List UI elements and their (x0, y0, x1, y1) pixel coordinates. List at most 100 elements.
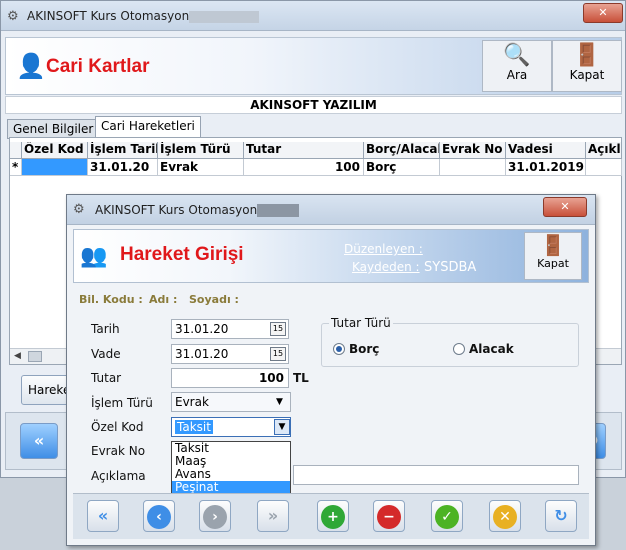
alacak-label[interactable]: Alacak (469, 342, 514, 356)
column-header[interactable]: İşlem Türü (158, 142, 244, 159)
app-logo-icon: ⚙ (73, 202, 85, 217)
search-button-label: Ara (506, 68, 528, 82)
adi-label: Adı : (149, 293, 178, 306)
redacted-block (257, 204, 299, 217)
user-card-icon: 👤 (16, 52, 46, 80)
tab-cari-hareketleri[interactable]: Cari Hareketleri (95, 116, 201, 138)
page-title: Cari Kartlar (46, 56, 150, 77)
next-record-button[interactable]: › (199, 500, 231, 532)
calendar-icon[interactable]: 15 (270, 347, 286, 361)
islem-turu-label: İşlem Türü (91, 396, 153, 410)
borc-radio[interactable] (333, 343, 345, 355)
vade-field[interactable]: 31.01.20 15 (171, 344, 289, 364)
main-kapat-label: Kapat (569, 68, 605, 82)
double-chevron-left-icon: « (33, 431, 45, 450)
ozel-kod-select[interactable]: Taksit ▼ (171, 417, 291, 437)
scroll-left-icon[interactable]: ◀ (14, 351, 21, 361)
alacak-radio[interactable] (453, 343, 465, 355)
ozel-kod-label: Özel Kod (91, 420, 144, 434)
hareket-button[interactable]: Hareke (21, 375, 71, 405)
cell-borc-alacak[interactable]: Borç (364, 159, 440, 176)
main-close-button[interactable]: ✕ (583, 3, 623, 23)
cancel-x-icon: ✕ (493, 505, 517, 529)
dialog-window-title: AKINSOFT Kurs Otomasyonu s (95, 203, 275, 217)
tarih-field[interactable]: 31.01.20 15 (171, 319, 289, 339)
tutar-turu-label: Tutar Türü (329, 316, 393, 330)
aciklama-field[interactable] (293, 465, 579, 485)
plus-icon: + (321, 505, 345, 529)
ozel-kod-value: Taksit (175, 420, 213, 434)
cell-tutar[interactable]: 100 (244, 159, 364, 176)
door-exit-icon: 🚪 (540, 233, 566, 257)
duzenleyen-label: Düzenleyen : (344, 242, 423, 256)
dialog-kapat-label: Kapat (537, 257, 569, 270)
soyadi-label: Soyadı : (189, 293, 239, 306)
chevron-left-icon: ‹ (147, 505, 171, 529)
aciklama-label: Açıklama (91, 469, 146, 483)
kaydeden-label: Kaydeden : (352, 260, 420, 274)
confirm-button[interactable]: ✓ (431, 500, 463, 532)
tab-genel-bilgiler[interactable]: Genel Bilgiler (7, 119, 100, 139)
magnifier-icon: 🔍 (503, 43, 531, 68)
vade-value: 31.01.20 (175, 347, 229, 361)
cell-islem-turu[interactable]: Evrak (158, 159, 244, 176)
movement-entry-dialog: ⚙ AKINSOFT Kurs Otomasyonu s ✕ 👥 Hareket… (66, 194, 596, 546)
first-record-button[interactable]: « (87, 500, 119, 532)
borc-label[interactable]: Borç (349, 342, 379, 356)
last-record-button[interactable]: » (257, 500, 289, 532)
minus-icon: − (377, 505, 401, 529)
evrak-no-label: Evrak No (91, 444, 146, 458)
calendar-icon[interactable]: 15 (270, 322, 286, 336)
dialog-nav-bar: « ‹ › » + − ✓ ✕ ↻ (73, 493, 589, 539)
door-exit-icon: 🚪 (573, 43, 601, 68)
chevron-right-icon: › (203, 505, 227, 529)
dialog-title-bar: ⚙ AKINSOFT Kurs Otomasyonu s ✕ (67, 195, 595, 225)
column-header[interactable]: Tutar (244, 142, 364, 159)
user-card-icon: 👥 (80, 244, 108, 269)
cancel-button[interactable]: ✕ (489, 500, 521, 532)
refresh-icon: ↻ (554, 506, 568, 525)
islem-turu-value: Evrak (175, 395, 209, 409)
tutar-label: Tutar (91, 371, 122, 385)
cell-islem-tarihi[interactable]: 31.01.20 (88, 159, 158, 176)
column-header[interactable]: Vadesi (506, 142, 586, 159)
column-header[interactable]: Borç/Alacak (364, 142, 440, 159)
company-banner: AKINSOFT YAZILIM (5, 96, 622, 114)
refresh-button[interactable]: ↻ (545, 500, 577, 532)
kaydeden-value: SYSDBA (424, 260, 477, 275)
double-chevron-left-icon: « (97, 506, 109, 525)
first-record-button[interactable]: « (20, 423, 58, 459)
main-header: 👤 Cari Kartlar 🔍 Ara 🚪 Kapat (5, 37, 622, 95)
tarih-label: Tarih (91, 322, 120, 336)
dialog-title: Hareket Girişi (120, 244, 244, 265)
grid-indicator-header (10, 142, 22, 159)
dialog-close-button[interactable]: ✕ (543, 197, 587, 217)
vade-label: Vade (91, 347, 121, 361)
scroll-thumb[interactable] (28, 351, 42, 362)
tarih-value: 31.01.20 (175, 322, 229, 336)
bil-kodu-label: Bil. Kodu : (79, 293, 143, 306)
cell-aciklama[interactable] (586, 159, 622, 176)
dialog-kapat-button[interactable]: 🚪 Kapat (524, 232, 582, 280)
main-kapat-button[interactable]: 🚪 Kapat (552, 40, 622, 92)
column-header[interactable]: Açıkla (586, 142, 622, 159)
islem-turu-select[interactable]: Evrak ▼ (171, 392, 291, 412)
cell-ozel-kod[interactable] (22, 159, 88, 176)
chevron-down-icon[interactable]: ▼ (276, 393, 283, 411)
main-title-bar: ⚙ AKINSOFT Kurs Otomasyonu s ✕ (1, 1, 625, 31)
row-marker: * (10, 159, 22, 176)
chevron-down-icon[interactable]: ▼ (274, 419, 290, 435)
cell-evrak-no[interactable] (440, 159, 506, 176)
previous-record-button[interactable]: ‹ (143, 500, 175, 532)
dialog-header: 👥 Hareket Girişi Düzenleyen : Kaydeden :… (73, 229, 589, 283)
search-button[interactable]: 🔍 Ara (482, 40, 552, 92)
main-window-title: AKINSOFT Kurs Otomasyonu s (27, 9, 207, 23)
column-header[interactable]: İşlem Tarihi (88, 142, 158, 159)
cell-vadesi[interactable]: 31.01.2019 (506, 159, 586, 176)
add-button[interactable]: + (317, 500, 349, 532)
tutar-field[interactable]: 100 (171, 368, 289, 388)
column-header[interactable]: Özel Kod (22, 142, 88, 159)
delete-button[interactable]: − (373, 500, 405, 532)
currency-label: TL (293, 371, 309, 385)
column-header[interactable]: Evrak No (440, 142, 506, 159)
